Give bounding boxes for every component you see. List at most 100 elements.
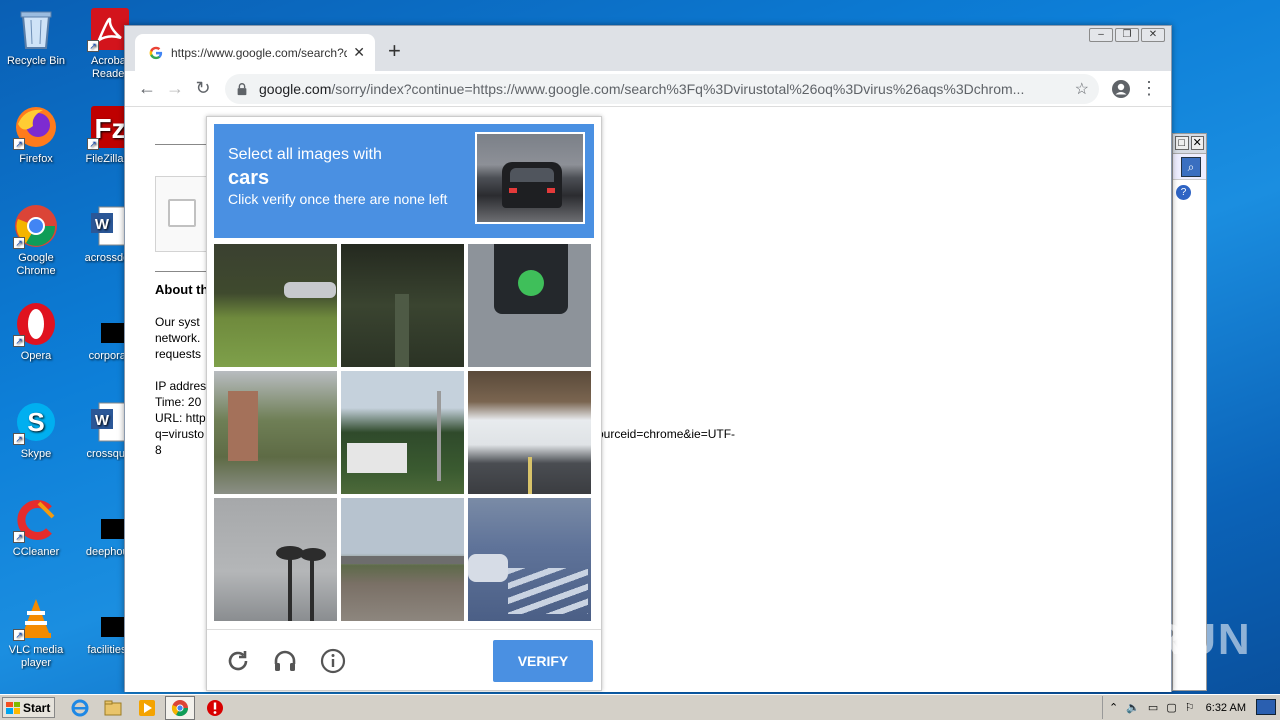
reload-icon[interactable]: ↻ [189, 75, 217, 103]
challenge-image-grid [214, 244, 594, 624]
shortcut-arrow-icon: ↗ [13, 531, 25, 543]
page-text-line: network. [155, 331, 201, 345]
recaptcha-challenge: Select all images with cars Click verify… [206, 116, 602, 691]
shortcut-arrow-icon: ↗ [13, 433, 25, 445]
bookmark-star-icon[interactable]: ☆ [1075, 79, 1089, 99]
tray-expand-icon[interactable]: ⌃ [1109, 701, 1118, 714]
challenge-tile[interactable] [341, 498, 464, 621]
show-desktop-icon[interactable] [1256, 699, 1276, 715]
address-bar[interactable]: google.com/sorry/index?continue=https://… [225, 73, 1099, 104]
challenge-target: cars [228, 167, 270, 189]
close-icon[interactable]: ✕ [1190, 136, 1204, 150]
forward-icon[interactable]: → [161, 75, 189, 103]
profile-icon[interactable] [1107, 75, 1135, 103]
challenge-tile[interactable] [341, 371, 464, 494]
page-text-line: requests [155, 347, 202, 361]
desktop-icon-label: Skype [20, 448, 52, 460]
search-icon[interactable]: ⌕ [1181, 157, 1201, 177]
desktop-icon-label: CCleaner [12, 546, 60, 558]
media-player-taskbar-icon[interactable] [137, 698, 157, 718]
system-tray: ⌃ 🔈 ▭ ▢ ⚐ 6:32 AM [1102, 696, 1280, 719]
clock[interactable]: 6:32 AM [1206, 702, 1246, 714]
shortcut-arrow-icon: ↗ [87, 138, 99, 150]
explorer-taskbar-icon[interactable] [103, 698, 123, 718]
desktop-icon-vlc[interactable]: ↗ VLC media player [1, 595, 71, 670]
close-tab-icon[interactable]: ✕ [353, 44, 365, 61]
overpass [341, 556, 464, 564]
background-window-row: ? [1173, 180, 1206, 206]
new-tab-icon[interactable]: + [388, 40, 401, 62]
challenge-tile[interactable] [214, 498, 337, 621]
taillight-left [509, 188, 517, 193]
challenge-tile[interactable] [214, 244, 337, 367]
firefox-icon: ↗ [13, 104, 59, 150]
desktop-icon-recycle-bin[interactable]: Recycle Bin [1, 6, 71, 68]
desktop-icon-ccleaner[interactable]: ↗ CCleaner [1, 497, 71, 559]
background-window-toolbar: ⌕ [1173, 154, 1206, 180]
start-button[interactable]: Start [2, 697, 55, 718]
palm-tree [288, 554, 292, 621]
url-tail-end: 8 [155, 443, 162, 457]
challenge-tile[interactable] [468, 244, 591, 367]
reload-icon[interactable] [225, 648, 251, 674]
restore-icon[interactable]: ❐ [1115, 28, 1139, 42]
shortcut-arrow-icon: ↗ [13, 237, 25, 249]
desktop-icon-label: Opera [20, 350, 52, 362]
url-path: /sorry/index?continue=https://www.google… [331, 80, 1025, 97]
action-center-flag-icon[interactable]: ⚐ [1185, 701, 1195, 714]
desktop-icon-label: Google Chrome [16, 252, 56, 277]
google-favicon-icon [149, 46, 163, 59]
taillight-right [547, 188, 555, 193]
taskbar: Start ⌃ 🔈 ▭ ▢ ⚐ 6:32 AM [0, 694, 1280, 720]
challenge-tile[interactable] [341, 244, 464, 367]
browser-toolbar: ← → ↻ google.com/sorry/index?continue=ht… [125, 71, 1171, 107]
ie-taskbar-icon[interactable] [70, 698, 90, 718]
help-icon[interactable]: ? [1176, 185, 1191, 200]
maximize-icon[interactable]: □ [1175, 136, 1189, 150]
challenge-tile[interactable] [468, 498, 591, 621]
volume-icon[interactable]: 🔈 [1126, 701, 1140, 714]
verify-button[interactable]: VERIFY [493, 640, 593, 682]
building [228, 391, 258, 461]
vlc-icon: ↗ [13, 595, 59, 641]
crosswalk [508, 568, 588, 614]
sample-car-image [475, 132, 585, 224]
network-icon[interactable]: ▭ [1148, 701, 1158, 714]
stop-taskbar-icon[interactable] [205, 698, 225, 718]
desktop-icon-firefox[interactable]: ↗ Firefox [1, 104, 71, 166]
svg-text:W: W [95, 216, 110, 233]
palm-tree [310, 556, 314, 621]
desktop-icon-opera[interactable]: ↗ Opera [1, 301, 71, 363]
start-label: Start [23, 700, 51, 715]
tab-google-search[interactable]: https://www.google.com/search?q= ✕ [135, 34, 375, 71]
challenge-tile[interactable] [214, 371, 337, 494]
desktop-icon-skype[interactable]: S ↗ Skype [1, 399, 71, 461]
background-window: □ ✕ ⌕ ? [1172, 133, 1207, 691]
challenge-hint: Click verify once there are none left [228, 191, 448, 207]
desktop-icon-label: Recycle Bin [6, 55, 66, 67]
minimize-icon[interactable]: – [1089, 28, 1113, 42]
parked-car [284, 282, 336, 298]
shortcut-arrow-icon: ↗ [13, 335, 25, 347]
back-icon[interactable]: ← [133, 75, 161, 103]
audio-icon[interactable] [272, 648, 298, 674]
display-icon[interactable]: ▢ [1166, 701, 1176, 714]
menu-icon[interactable]: ⋮ [1135, 75, 1163, 103]
info-icon[interactable] [320, 648, 346, 674]
desktop-icon-chrome[interactable]: ↗ Google Chrome [1, 203, 71, 278]
challenge-instruction: Select all images with [228, 146, 382, 163]
lock-icon [237, 82, 247, 95]
chrome-taskbar-icon[interactable] [165, 696, 195, 720]
ccleaner-icon: ↗ [13, 497, 59, 543]
desktop-icon-label: Firefox [19, 153, 53, 165]
challenge-tile[interactable] [468, 371, 591, 494]
url-host: google.com [259, 80, 332, 97]
tab-strip: https://www.google.com/search?q= ✕ + – ❐… [125, 26, 1171, 71]
recaptcha-checkbox[interactable] [168, 199, 196, 227]
shortcut-arrow-icon: ↗ [13, 138, 25, 150]
desktop-icon-label: VLC media player [8, 644, 64, 669]
close-window-icon[interactable]: ✕ [1141, 28, 1165, 42]
ip-address-line: IP addres [155, 379, 207, 393]
white-car [468, 554, 508, 582]
shortcut-arrow-icon: ↗ [13, 629, 25, 641]
